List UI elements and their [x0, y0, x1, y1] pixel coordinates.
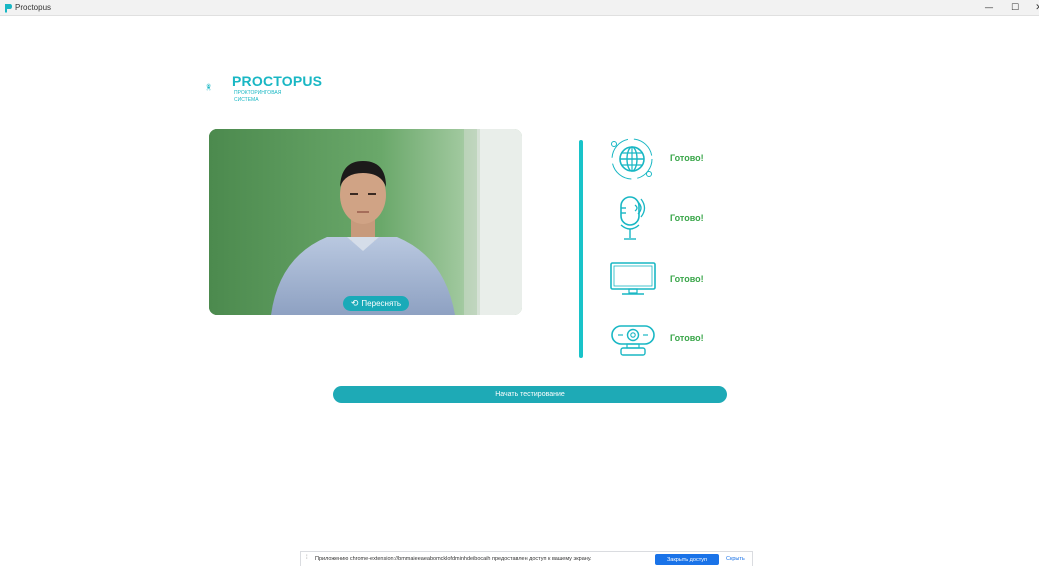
screen-share-notification: ⁞ Приложению chrome-extension://bmmaieea… — [300, 551, 753, 566]
camera-frame-image — [209, 129, 522, 315]
status-divider — [579, 140, 583, 358]
screen-share-message: Приложению chrome-extension://bmmaieeaea… — [315, 556, 592, 562]
internet-check-status: Готово! — [670, 153, 704, 163]
start-testing-button[interactable]: Начать тестирование — [333, 386, 727, 403]
screen-check-status: Готово! — [670, 274, 704, 284]
proctopus-logo-icon — [206, 83, 211, 91]
webcam-icon — [611, 325, 655, 356]
logo-subtitle-line1: ПРОКТОРИНГОВАЯ — [234, 90, 282, 96]
window-titlebar: Proctopus — ☐ ✕ — [0, 0, 1039, 16]
logo-subtitle-line2: СИСТЕМА — [234, 97, 259, 103]
internet-globe-icon — [611, 138, 653, 180]
hide-notification-link[interactable]: Скрыть — [726, 556, 745, 562]
monitor-icon — [610, 262, 656, 295]
minimize-button[interactable]: — — [978, 0, 1000, 16]
microphone-check-status: Готово! — [670, 213, 704, 223]
drag-handle-icon[interactable]: ⁞ — [306, 555, 308, 561]
webcam-check-status: Готово! — [670, 333, 704, 343]
window-title: Proctopus — [15, 3, 52, 12]
retake-photo-button[interactable]: ⟲ Переснять — [343, 296, 409, 311]
microphone-icon — [620, 196, 646, 240]
proctopus-app-icon — [5, 4, 12, 13]
maximize-button[interactable]: ☐ — [1004, 0, 1026, 16]
undo-arrow-icon: ⟲ — [350, 298, 359, 309]
close-button[interactable]: ✕ — [1028, 0, 1039, 16]
logo-name: PROCTOPUS — [232, 73, 323, 89]
stop-sharing-button[interactable]: Закрыть доступ — [655, 554, 719, 565]
retake-label: Переснять — [361, 299, 402, 308]
camera-preview — [209, 129, 522, 315]
